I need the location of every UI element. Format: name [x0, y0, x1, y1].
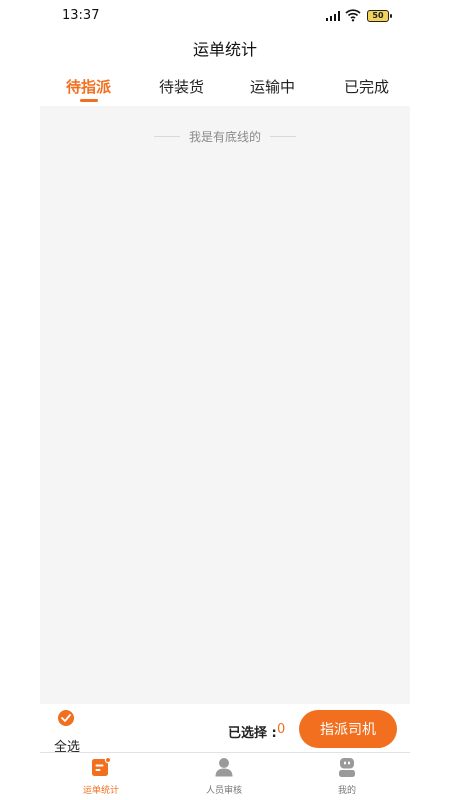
- selected-label: 已选择 :: [228, 726, 277, 741]
- divider-right: [270, 136, 296, 137]
- bottom-nav: 运单统计 人员审核 我的: [40, 753, 410, 800]
- tab-pending-load[interactable]: 待装货: [159, 76, 204, 97]
- tab-pending-assign[interactable]: 待指派: [66, 76, 111, 97]
- assign-driver-button[interactable]: 指派司机: [299, 710, 397, 748]
- action-bar: 全选 已选择 : 0 指派司机: [40, 704, 410, 755]
- tab-bar: 待指派 待装货 运输中 已完成: [40, 70, 410, 106]
- waybill-icon: [92, 757, 111, 776]
- battery-icon: 50: [367, 10, 392, 22]
- cellular-signal-icon: [326, 11, 342, 21]
- check-icon: [61, 714, 71, 722]
- nav-item-profile[interactable]: 我的: [302, 757, 392, 796]
- tab-in-transit[interactable]: 运输中: [250, 76, 295, 97]
- status-bar: 13:37 50: [0, 0, 450, 32]
- nav-label: 运单统计: [82, 786, 119, 796]
- person-icon: [215, 758, 233, 777]
- status-time: 13:37: [62, 8, 100, 23]
- nav-item-staff-review[interactable]: 人员审核: [179, 757, 269, 796]
- no-more-text: 我是有底线的: [188, 130, 261, 144]
- battery-level: 50: [372, 11, 384, 20]
- wifi-icon: [345, 9, 361, 22]
- page-title: 运单统计: [192, 40, 257, 59]
- select-all-checkbox[interactable]: [58, 710, 74, 726]
- waybill-list[interactable]: 我是有底线的: [40, 106, 410, 704]
- nav-label: 人员审核: [205, 786, 242, 796]
- active-tab-indicator: [80, 99, 98, 102]
- nav-label: 我的: [337, 786, 356, 796]
- tab-completed[interactable]: 已完成: [344, 76, 389, 97]
- selected-count: 0: [277, 722, 286, 737]
- nav-item-waybill-stats[interactable]: 运单统计: [56, 757, 146, 796]
- profile-icon: [339, 758, 355, 777]
- list-end-indicator: 我是有底线的: [40, 128, 410, 144]
